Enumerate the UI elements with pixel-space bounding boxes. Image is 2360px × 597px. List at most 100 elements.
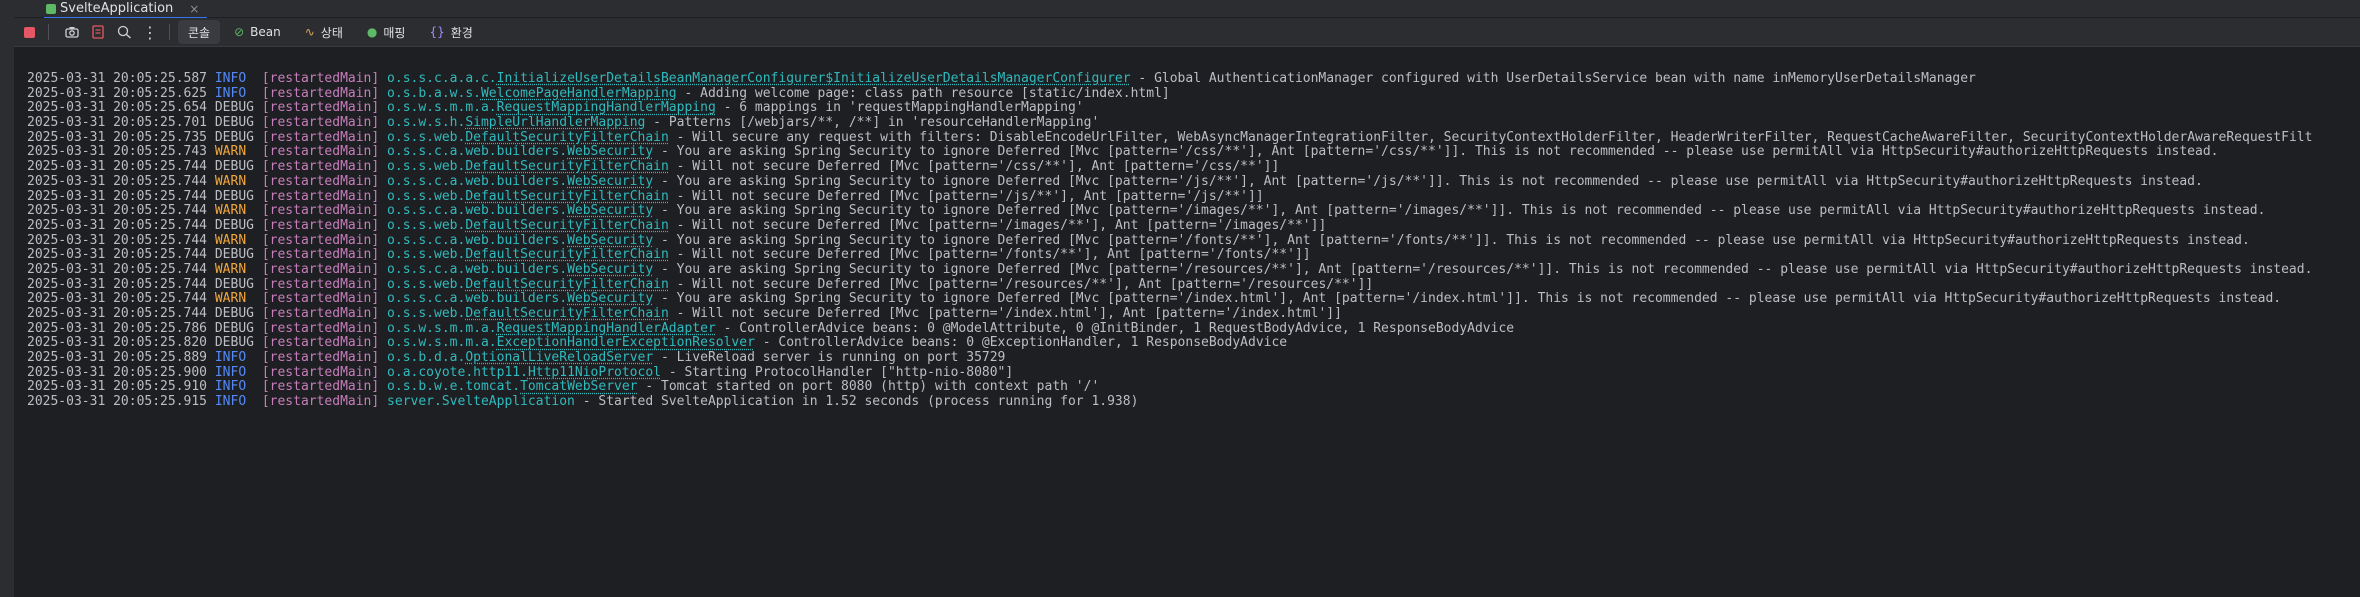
log-logger-class-link[interactable]: DefaultSecurityFilterChain xyxy=(465,160,669,174)
screenshot-search-icon[interactable] xyxy=(113,21,135,43)
log-thread: [restartedMain] xyxy=(261,307,380,321)
toolbar-divider xyxy=(169,24,170,40)
camera-icon[interactable] xyxy=(61,21,83,43)
log-timestamp: 2025-03-31 20:05:25.744 xyxy=(27,262,208,277)
spring-app-icon xyxy=(46,4,56,14)
log-logger-class-link[interactable]: ExceptionHandlerExceptionResolver xyxy=(497,336,755,350)
log-line: 2025-03-31 20:05:25.625 INFO [restartedM… xyxy=(14,87,2360,102)
log-timestamp: 2025-03-31 20:05:25.625 xyxy=(27,86,208,101)
log-logger-class-link[interactable]: OptionalLiveReloadServer xyxy=(465,351,653,365)
log-timestamp: 2025-03-31 20:05:25.744 xyxy=(27,233,208,248)
log-logger-class-link[interactable]: WebSecurity xyxy=(567,292,653,306)
log-thread: [restartedMain] xyxy=(261,145,380,160)
log-logger-package: o.s.w.s.m.m.a. xyxy=(387,321,497,336)
log-timestamp: 2025-03-31 20:05:25.744 xyxy=(27,277,208,292)
log-logger-class-link[interactable]: TomcatWebServer xyxy=(520,380,637,394)
log-level: DEBUG xyxy=(214,277,254,292)
log-logger-class-link[interactable]: DefaultSecurityFilterChain xyxy=(465,131,669,145)
log-thread: [restartedMain] xyxy=(261,336,380,351)
log-logger-class-link[interactable]: WebSecurity xyxy=(567,234,653,248)
log-thread: [restartedMain] xyxy=(261,380,380,395)
run-tab[interactable]: SvelteApplication × xyxy=(44,0,208,19)
log-logger-package: o.s.s.web. xyxy=(387,248,466,263)
log-logger-class-link[interactable]: RequestMappingHandlerMapping xyxy=(497,101,716,115)
log-logger-package: o.s.s.c.a.a.c. xyxy=(387,72,497,86)
log-level: WARN xyxy=(214,204,254,219)
console-output[interactable]: 2025-03-31 20:05:25.587 INFO [restartedM… xyxy=(14,47,2360,597)
log-logger-class-link[interactable]: DefaultSecurityFilterChain xyxy=(465,219,669,233)
log-logger-class-link[interactable]: RequestMappingHandlerAdapter xyxy=(497,322,716,336)
log-logger-package: o.s.b.a.w.s. xyxy=(387,86,481,101)
log-line: 2025-03-31 20:05:25.910 INFO [restartedM… xyxy=(14,380,2360,395)
close-icon[interactable]: × xyxy=(189,2,199,16)
tab-console[interactable]: 콘솔 xyxy=(178,20,221,44)
log-level: INFO xyxy=(214,380,254,395)
dump-threads-icon[interactable] xyxy=(87,21,109,43)
log-level: DEBUG xyxy=(214,321,254,336)
log-message: - You are asking Spring Security to igno… xyxy=(653,233,2250,248)
stop-icon[interactable] xyxy=(18,21,40,43)
log-logger-package: o.s.s.web. xyxy=(387,218,466,233)
log-level: WARN xyxy=(214,174,254,189)
log-message: - Started SvelteApplication in 1.52 seco… xyxy=(574,395,1139,410)
log-logger-package: o.s.s.c.a.web.builders. xyxy=(387,262,568,277)
log-level: DEBUG xyxy=(214,130,254,145)
log-timestamp: 2025-03-31 20:05:25.654 xyxy=(27,101,208,116)
log-logger-class-link[interactable]: Http11NioProtocol xyxy=(528,366,661,380)
log-message: - Adding welcome page: class path resour… xyxy=(676,86,1170,101)
log-line: 2025-03-31 20:05:25.900 INFO [restartedM… xyxy=(14,366,2360,381)
log-line: 2025-03-31 20:05:25.915 INFO [restartedM… xyxy=(14,395,2360,410)
log-logger-package: o.s.b.d.a. xyxy=(387,351,466,366)
log-thread: [restartedMain] xyxy=(261,248,380,263)
log-message: - Will not secure Deferred [Mvc [pattern… xyxy=(668,189,1264,204)
tab-environment-label: 환경 xyxy=(450,25,473,40)
log-line: 2025-03-31 20:05:25.744 WARN [restartedM… xyxy=(14,234,2360,249)
log-timestamp: 2025-03-31 20:05:25.744 xyxy=(27,248,208,263)
log-message: - Will secure any request with filters: … xyxy=(668,130,2313,145)
log-message: - LiveReload server is running on port 3… xyxy=(653,351,1006,366)
log-logger-class-link[interactable]: WebSecurity xyxy=(567,145,653,159)
log-logger-class-link[interactable]: DefaultSecurityFilterChain xyxy=(465,190,669,204)
log-message: - You are asking Spring Security to igno… xyxy=(653,145,2219,160)
tab-environment[interactable]: {} 환경 xyxy=(419,20,482,44)
log-logger-class-link[interactable]: DefaultSecurityFilterChain xyxy=(465,307,669,321)
log-logger-class-link[interactable]: InitializeUserDetailsBeanManagerConfigur… xyxy=(497,72,1131,86)
tab-bean-label: Bean xyxy=(250,25,281,39)
tab-mappings[interactable]: ● 매핑 xyxy=(357,20,416,44)
log-logger-class-link[interactable]: DefaultSecurityFilterChain xyxy=(465,248,669,262)
log-timestamp: 2025-03-31 20:05:25.744 xyxy=(27,174,208,189)
log-logger-class-link[interactable]: SimpleUrlHandlerMapping xyxy=(465,116,645,130)
log-message: - Will not secure Deferred [Mvc [pattern… xyxy=(668,277,1374,292)
log-thread: [restartedMain] xyxy=(261,262,380,277)
log-timestamp: 2025-03-31 20:05:25.910 xyxy=(27,380,208,395)
log-level: INFO xyxy=(214,86,254,101)
log-line: 2025-03-31 20:05:25.744 WARN [restartedM… xyxy=(14,175,2360,190)
log-message: - 6 mappings in 'requestMappingHandlerMa… xyxy=(715,101,1084,116)
log-timestamp: 2025-03-31 20:05:25.889 xyxy=(27,351,208,366)
pulse-icon: ∿ xyxy=(304,25,315,39)
log-line: 2025-03-31 20:05:25.744 DEBUG [restarted… xyxy=(14,219,2360,234)
more-options-icon[interactable]: ⋮ xyxy=(139,21,161,43)
log-logger-class-link[interactable]: WelcomePageHandlerMapping xyxy=(481,87,677,101)
log-logger-package: o.s.s.c.a.web.builders. xyxy=(387,145,568,160)
log-line: 2025-03-31 20:05:25.820 DEBUG [restarted… xyxy=(14,336,2360,351)
log-timestamp: 2025-03-31 20:05:25.744 xyxy=(27,307,208,321)
log-level: WARN xyxy=(214,262,254,277)
tab-bean[interactable]: ⊘ Bean xyxy=(224,20,291,44)
log-thread: [restartedMain] xyxy=(261,365,380,380)
log-level: WARN xyxy=(214,233,254,248)
log-logger-package: o.s.s.c.a.web.builders. xyxy=(387,292,568,307)
log-line: 2025-03-31 20:05:25.654 DEBUG [restarted… xyxy=(14,101,2360,116)
log-logger-package: o.a.coyote.http11. xyxy=(387,365,528,380)
log-logger-class-link[interactable]: WebSecurity xyxy=(567,263,653,277)
log-logger-class-link[interactable]: WebSecurity xyxy=(567,204,653,218)
tab-console-label: 콘솔 xyxy=(188,25,211,40)
left-gutter xyxy=(0,0,15,597)
run-tab-bar: SvelteApplication × xyxy=(14,0,2360,19)
log-logger-class-link[interactable]: DefaultSecurityFilterChain xyxy=(465,278,669,292)
log-message: - Starting ProtocolHandler ["http-nio-80… xyxy=(661,365,1014,380)
log-logger-class-link[interactable]: WebSecurity xyxy=(567,175,653,189)
log-logger-package: o.s.s.c.a.web.builders. xyxy=(387,233,568,248)
log-message: - Will not secure Deferred [Mvc [pattern… xyxy=(668,307,1342,321)
tab-health[interactable]: ∿ 상태 xyxy=(295,20,353,44)
